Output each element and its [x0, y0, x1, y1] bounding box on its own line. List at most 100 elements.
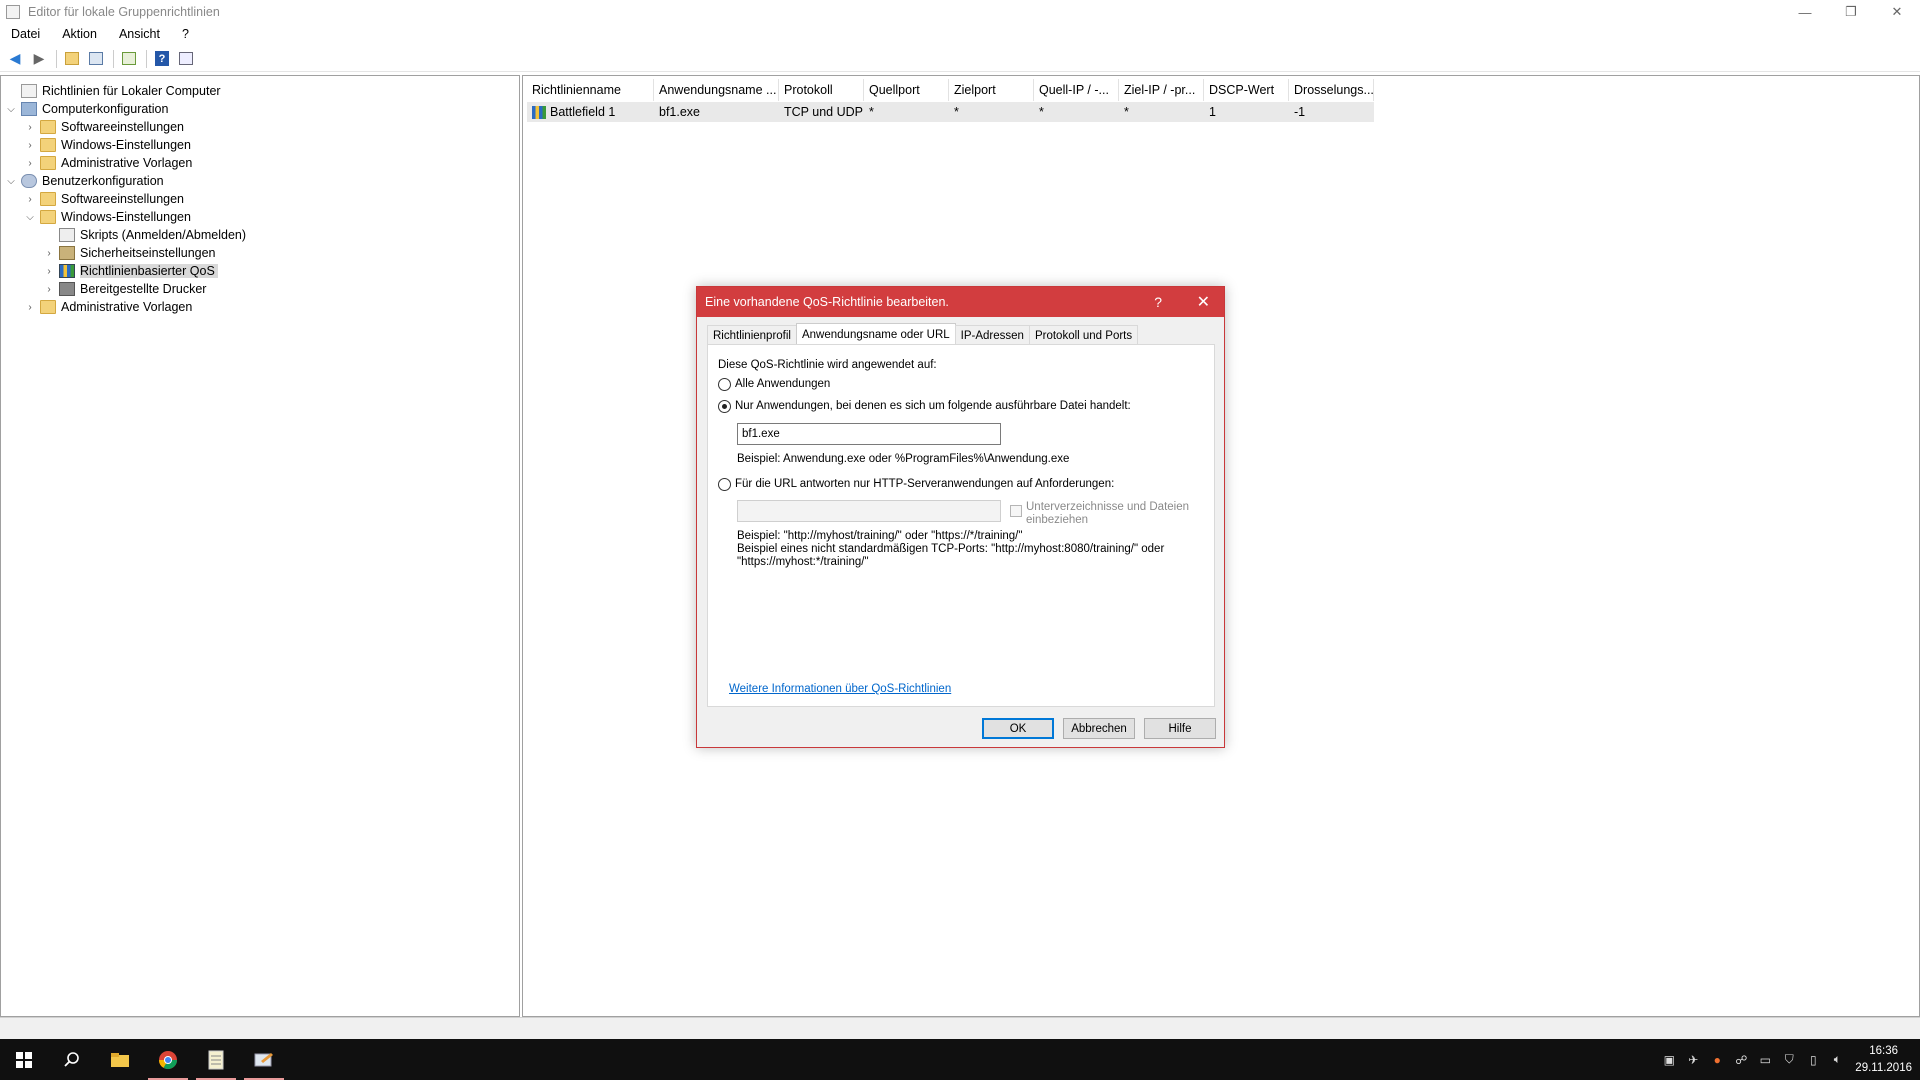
chevron-right-icon[interactable]: ›: [24, 157, 36, 169]
help-icon[interactable]: ?: [151, 48, 173, 70]
radio-url[interactable]: [718, 478, 731, 491]
tab-anwendungsname[interactable]: Anwendungsname oder URL: [795, 323, 956, 345]
tree-item-label: Softwareeinstellungen: [61, 120, 184, 134]
tree-item[interactable]: ⌵ Computerkonfiguration: [5, 100, 168, 118]
help-button[interactable]: Hilfe: [1144, 718, 1216, 739]
folder-icon: [40, 210, 56, 224]
column-header[interactable]: Protokoll: [779, 79, 864, 101]
ok-button[interactable]: OK: [982, 718, 1054, 739]
tree-item[interactable]: ⌵ Benutzerkonfiguration: [5, 172, 164, 190]
minimize-button[interactable]: —: [1782, 0, 1828, 24]
properties-icon[interactable]: [175, 48, 197, 70]
column-header[interactable]: Drosselungs...: [1289, 79, 1374, 101]
group-policy-editor-icon[interactable]: [240, 1039, 288, 1080]
include-subdirs-checkbox[interactable]: [1010, 505, 1022, 517]
url-example-2: Beispiel eines nicht standardmäßigen TCP…: [737, 543, 1165, 555]
search-icon[interactable]: [48, 1039, 96, 1080]
chrome-icon[interactable]: [144, 1039, 192, 1080]
title-bar: Editor für lokale Gruppenrichtlinien — ❐…: [0, 0, 1920, 24]
tree-item[interactable]: › Windows-Einstellungen: [24, 136, 191, 154]
tree-item[interactable]: Richtlinien für Lokaler Computer: [5, 82, 221, 100]
column-header[interactable]: DSCP-Wert: [1204, 79, 1289, 101]
tree-item[interactable]: › Administrative Vorlagen: [24, 298, 192, 316]
column-header[interactable]: Zielport: [949, 79, 1034, 101]
close-button[interactable]: ✕: [1874, 0, 1920, 24]
chevron-right-icon[interactable]: ›: [24, 139, 36, 151]
toolbar-separator: [113, 49, 114, 68]
menu-bar: Datei Aktion Ansicht ?: [0, 24, 1920, 44]
tree-item[interactable]: › Softwareeinstellungen: [24, 190, 184, 208]
table-cell: *: [864, 102, 949, 122]
radio-all-apps[interactable]: [718, 378, 731, 391]
start-button[interactable]: [0, 1039, 48, 1080]
restore-button[interactable]: ❐: [1828, 0, 1874, 24]
tree-item[interactable]: Skripts (Anmelden/Abmelden): [43, 226, 246, 244]
tab-richtlinienprofil[interactable]: Richtlinienprofil: [707, 325, 797, 345]
radio-exe-label[interactable]: Nur Anwendungen, bei denen es sich um fo…: [735, 400, 1131, 412]
tray-monitor-icon[interactable]: ▭: [1753, 1039, 1777, 1080]
tree-item[interactable]: › Sicherheitseinstellungen: [43, 244, 216, 262]
window-controls: — ❐ ✕: [1782, 0, 1920, 24]
menu-ansicht[interactable]: Ansicht: [108, 27, 171, 41]
chevron-right-icon[interactable]: ›: [43, 283, 55, 295]
chevron-right-icon[interactable]: ›: [24, 301, 36, 313]
column-header[interactable]: Richtlinienname: [527, 79, 654, 101]
column-header[interactable]: Quellport: [864, 79, 949, 101]
table-cell-text: Battlefield 1: [550, 105, 616, 119]
forward-arrow-icon[interactable]: ▶: [28, 48, 50, 70]
export-list-icon[interactable]: [118, 48, 140, 70]
tree-item[interactable]: › Softwareeinstellungen: [24, 118, 184, 136]
chevron-right-icon[interactable]: ›: [43, 265, 55, 277]
tray-app-icon-orange[interactable]: ●: [1705, 1039, 1729, 1080]
tree-item[interactable]: › Bereitgestellte Drucker: [43, 280, 206, 298]
tray-volume-icon[interactable]: 🔈︎: [1825, 1039, 1849, 1080]
tray-battery-icon[interactable]: ▯: [1801, 1039, 1825, 1080]
chevron-right-icon[interactable]: ›: [43, 247, 55, 259]
chevron-down-icon[interactable]: ⌵: [5, 175, 17, 187]
clock[interactable]: 16:36 29.11.2016: [1855, 1043, 1912, 1077]
chevron-down-icon[interactable]: ⌵: [5, 103, 17, 115]
chevron-down-icon[interactable]: ⌵: [24, 211, 36, 223]
tree-item[interactable]: › Richtlinienbasierter QoS: [43, 262, 218, 280]
show-tree-icon[interactable]: [85, 48, 107, 70]
column-header[interactable]: Ziel-IP / -pr...: [1119, 79, 1204, 101]
tab-ip-adressen[interactable]: IP-Adressen: [954, 325, 1030, 345]
menu-aktion[interactable]: Aktion: [51, 27, 108, 41]
radio-all-apps-label[interactable]: Alle Anwendungen: [735, 378, 830, 390]
tray-pin-icon[interactable]: ✈: [1681, 1039, 1705, 1080]
clock-time: 16:36: [1869, 1044, 1899, 1057]
exe-input[interactable]: bf1.exe: [737, 423, 1001, 445]
tab-panel: Diese QoS-Richtlinie wird angewendet auf…: [707, 344, 1215, 707]
menu-help[interactable]: ?: [171, 27, 200, 41]
dialog-help-icon[interactable]: ?: [1154, 294, 1162, 310]
tab-protokoll-ports[interactable]: Protokoll und Ports: [1028, 325, 1139, 345]
notepad-icon[interactable]: [192, 1039, 240, 1080]
tray-app-icon[interactable]: ▣: [1657, 1039, 1681, 1080]
chevron-right-icon[interactable]: ›: [24, 193, 36, 205]
tray-network-share-icon[interactable]: ☍: [1729, 1039, 1753, 1080]
table-cell-text: -1: [1294, 105, 1306, 119]
user-icon: [21, 174, 37, 188]
tree-item[interactable]: ⌵ Windows-Einstellungen: [24, 208, 191, 226]
dialog-close-icon[interactable]: ✕: [1197, 292, 1210, 312]
file-explorer-icon[interactable]: [96, 1039, 144, 1080]
table-row[interactable]: Battlefield 1 bf1.exe TCP und UDP * * * * 1 -1: [527, 102, 1374, 122]
back-arrow-icon[interactable]: ◀: [4, 48, 26, 70]
toolbar-separator: [56, 49, 57, 68]
column-header[interactable]: Quell-IP / -...: [1034, 79, 1119, 101]
menu-datei[interactable]: Datei: [0, 27, 51, 41]
cancel-button[interactable]: Abbrechen: [1063, 718, 1135, 739]
radio-url-label[interactable]: Für die URL antworten nur HTTP-Serveranw…: [735, 478, 1114, 490]
column-header[interactable]: Anwendungsname ...: [654, 79, 779, 101]
toolbar: ◀ ▶ ?: [0, 46, 1920, 72]
tree-item[interactable]: › Administrative Vorlagen: [24, 154, 192, 172]
radio-exe[interactable]: [718, 400, 731, 413]
url-input[interactable]: [737, 500, 1001, 522]
more-info-link[interactable]: Weitere Informationen über QoS-Richtlini…: [729, 683, 951, 695]
chevron-right-icon[interactable]: ›: [24, 121, 36, 133]
tree-item-label: Skripts (Anmelden/Abmelden): [80, 228, 247, 242]
include-subdirs-label-2: einbeziehen: [1026, 514, 1089, 526]
tray-shield-icon[interactable]: ⛉: [1777, 1039, 1801, 1080]
exe-example: Beispiel: Anwendung.exe oder %ProgramFil…: [737, 453, 1070, 465]
up-folder-icon[interactable]: [61, 48, 83, 70]
